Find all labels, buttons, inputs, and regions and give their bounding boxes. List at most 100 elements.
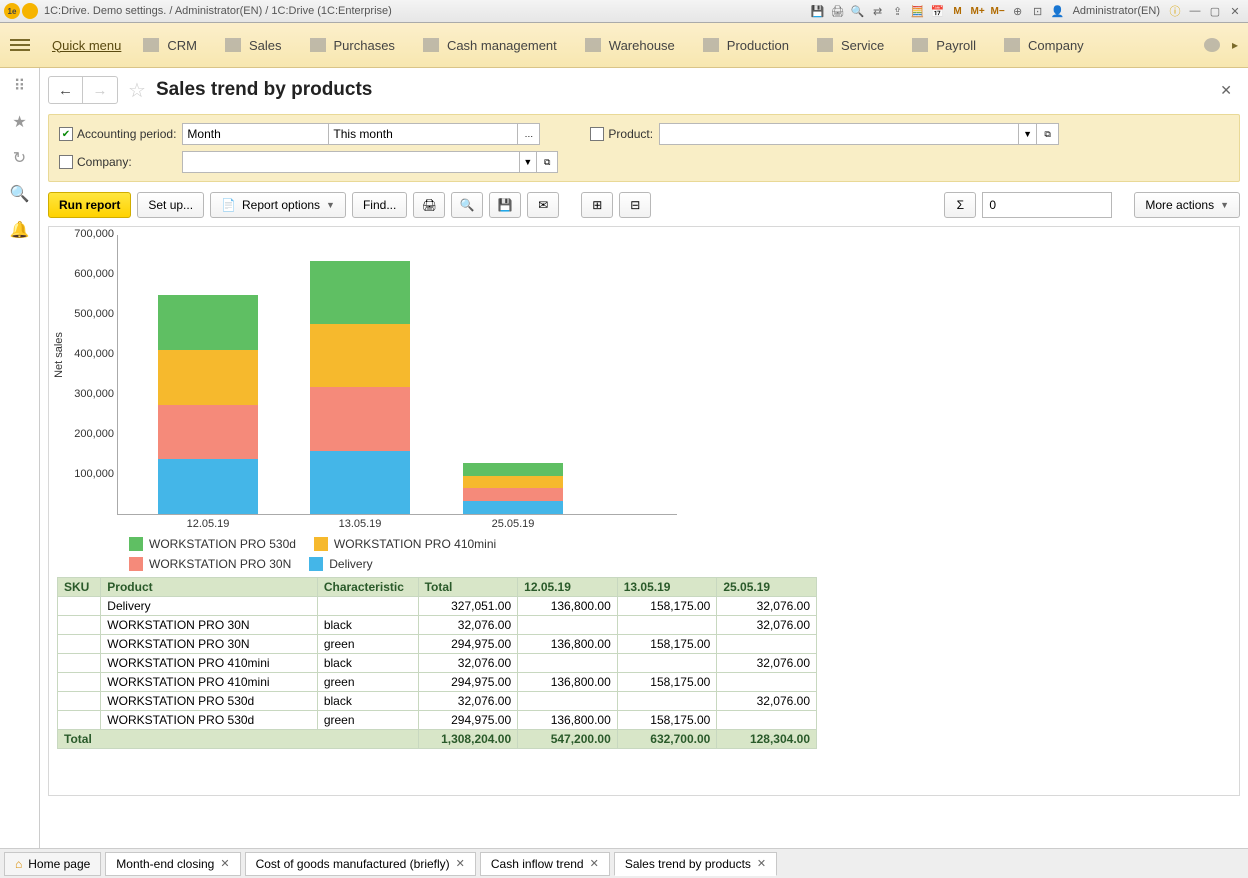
zoom-reset-icon[interactable]: ⊡: [1029, 3, 1047, 19]
expand-button[interactable]: ⊞: [581, 192, 613, 218]
y-axis-label: Net sales: [53, 332, 65, 378]
table-row[interactable]: WORKSTATION PRO 30Ngreen294,975.00136,80…: [58, 635, 817, 654]
col-header[interactable]: 12.05.19: [518, 578, 618, 597]
y-tick: 200,000: [74, 428, 118, 440]
menu-service[interactable]: Service: [817, 38, 884, 53]
export-icon[interactable]: ⇪: [889, 3, 907, 19]
setup-button[interactable]: Set up...: [137, 192, 204, 218]
table-row[interactable]: WORKSTATION PRO 530dgreen294,975.00136,8…: [58, 711, 817, 730]
find-button[interactable]: Find...: [352, 192, 407, 218]
tab-sales-trend-by-products[interactable]: Sales trend by products✕: [614, 852, 777, 876]
favorite-star-icon[interactable]: ☆: [128, 78, 146, 103]
range-picker-icon[interactable]: …: [518, 123, 540, 145]
company-open-icon[interactable]: ⧉: [537, 151, 558, 173]
table-row[interactable]: WORKSTATION PRO 530dblack32,076.0032,076…: [58, 692, 817, 711]
app-icon[interactable]: 1e: [4, 3, 20, 19]
titlebar-dropdown-icon[interactable]: [22, 3, 38, 19]
menu-warehouse[interactable]: Warehouse: [585, 38, 675, 53]
m-icon[interactable]: M: [949, 3, 967, 19]
calendar-icon[interactable]: 📅: [929, 3, 947, 19]
user-icon[interactable]: 👤: [1049, 3, 1067, 19]
company-dropdown-icon[interactable]: ▼: [520, 151, 537, 173]
col-header[interactable]: Total: [418, 578, 518, 597]
close-icon[interactable]: ✕: [220, 857, 229, 870]
history-icon[interactable]: ↻: [10, 148, 30, 168]
sigma-value: 0: [982, 192, 1112, 218]
table-row[interactable]: WORKSTATION PRO 30Nblack32,076.0032,076.…: [58, 616, 817, 635]
maximize-icon[interactable]: ▢: [1206, 3, 1224, 19]
product-checkbox[interactable]: [590, 127, 604, 141]
range-input[interactable]: [328, 123, 518, 145]
email-button[interactable]: ✉: [527, 192, 559, 218]
col-header[interactable]: 13.05.19: [617, 578, 717, 597]
menu-purchases[interactable]: Purchases: [310, 38, 395, 53]
menu-cash-management[interactable]: Cash management: [423, 38, 557, 53]
print-button[interactable]: 🖨: [413, 192, 445, 218]
minimize-icon[interactable]: —: [1186, 3, 1204, 19]
period-input[interactable]: [182, 123, 347, 145]
dashboard-icon[interactable]: [1204, 38, 1220, 52]
print-icon[interactable]: 🖨: [829, 3, 847, 19]
bar-group: [463, 463, 563, 514]
tab-cash-inflow-trend[interactable]: Cash inflow trend✕: [480, 852, 610, 876]
info-icon[interactable]: ⓘ: [1166, 3, 1184, 19]
tab-cost-of-goods-manufactured-briefly-[interactable]: Cost of goods manufactured (briefly)✕: [245, 852, 476, 876]
col-header[interactable]: Product: [101, 578, 318, 597]
table-row[interactable]: WORKSTATION PRO 410miniblack32,076.0032,…: [58, 654, 817, 673]
company-input[interactable]: [182, 151, 519, 173]
back-button[interactable]: ←: [49, 77, 83, 103]
close-icon[interactable]: ✕: [757, 857, 766, 870]
close-window-icon[interactable]: ✕: [1226, 3, 1244, 19]
menu-production[interactable]: Production: [703, 38, 789, 53]
star-icon[interactable]: ★: [10, 112, 30, 132]
menu-payroll[interactable]: Payroll: [912, 38, 976, 53]
filter-panel: ✔Accounting period: ▼ … Product: ▼⧉ Comp…: [48, 114, 1240, 182]
col-header[interactable]: Characteristic: [317, 578, 418, 597]
menu-icon: [143, 38, 159, 52]
calculator-icon[interactable]: 🧮: [909, 3, 927, 19]
titlebar: 1e 1C:Drive. Demo settings. / Administra…: [0, 0, 1248, 23]
y-tick: 500,000: [74, 308, 118, 320]
col-header[interactable]: 25.05.19: [717, 578, 817, 597]
save-button[interactable]: 💾: [489, 192, 521, 218]
report-options-button[interactable]: 📄Report options▼: [210, 192, 346, 218]
search-icon[interactable]: 🔍: [10, 184, 30, 204]
close-icon[interactable]: ✕: [590, 857, 599, 870]
menu-sales[interactable]: Sales: [225, 38, 282, 53]
apps-icon[interactable]: ⠿: [10, 76, 30, 96]
bar-segment: [158, 350, 258, 405]
product-dropdown-icon[interactable]: ▼: [1019, 123, 1037, 145]
col-header[interactable]: SKU: [58, 578, 101, 597]
forward-button[interactable]: →: [83, 77, 117, 103]
sigma-button[interactable]: Σ: [944, 192, 976, 218]
m-plus-icon[interactable]: M+: [969, 3, 987, 19]
accounting-checkbox[interactable]: ✔: [59, 127, 73, 141]
tab-month-end-closing[interactable]: Month-end closing✕: [105, 852, 240, 876]
zoom-in-icon[interactable]: ⊕: [1009, 3, 1027, 19]
menu-more-icon[interactable]: ▸: [1232, 38, 1238, 52]
product-open-icon[interactable]: ⧉: [1037, 123, 1059, 145]
collapse-button[interactable]: ⊟: [619, 192, 651, 218]
tab-home[interactable]: ⌂Home page: [4, 852, 101, 876]
menu-crm[interactable]: CRM: [143, 38, 197, 53]
close-tab-icon[interactable]: ✕: [1220, 82, 1240, 99]
bell-icon[interactable]: 🔔: [10, 220, 30, 240]
table-row[interactable]: Delivery327,051.00136,800.00158,175.0032…: [58, 597, 817, 616]
product-input[interactable]: [659, 123, 1019, 145]
hamburger-icon[interactable]: [10, 39, 30, 51]
run-report-button[interactable]: Run report: [48, 192, 131, 218]
company-checkbox[interactable]: [59, 155, 73, 169]
user-name[interactable]: Administrator(EN): [1069, 5, 1164, 17]
menu-company[interactable]: Company: [1004, 38, 1084, 53]
compare-icon[interactable]: ⇄: [869, 3, 887, 19]
menu-icon: [912, 38, 928, 52]
preview-button[interactable]: 🔍: [451, 192, 483, 218]
save-icon[interactable]: 💾: [809, 3, 827, 19]
more-actions-button[interactable]: More actions▼: [1134, 192, 1240, 218]
quick-menu[interactable]: Quick menu: [52, 38, 121, 53]
m-minus-icon[interactable]: M−: [989, 3, 1007, 19]
company-label: Company:: [59, 155, 176, 169]
table-row[interactable]: WORKSTATION PRO 410minigreen294,975.0013…: [58, 673, 817, 692]
close-icon[interactable]: ✕: [456, 857, 465, 870]
preview-icon[interactable]: 🔍: [849, 3, 867, 19]
